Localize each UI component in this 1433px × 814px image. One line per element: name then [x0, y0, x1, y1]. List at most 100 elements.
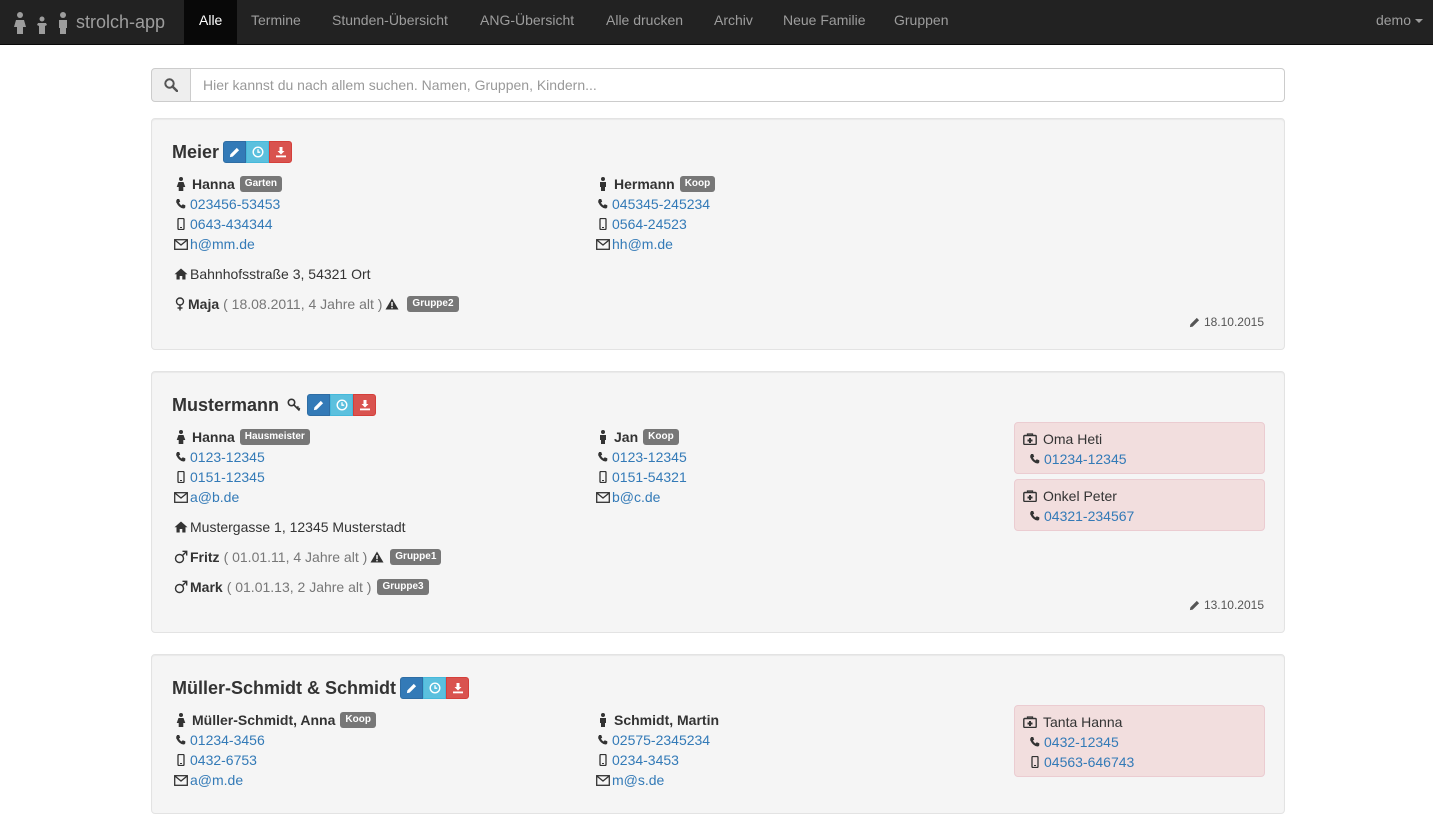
envelope-icon — [174, 492, 188, 503]
phone-icon — [174, 198, 188, 210]
phone-link[interactable]: 01234-12345 — [1044, 451, 1127, 467]
email-link[interactable]: a@b.de — [190, 487, 239, 507]
download-icon — [275, 146, 287, 158]
family-name: Meier — [172, 141, 220, 162]
family-actions — [307, 394, 377, 416]
family-card-mustermann: Mustermann Hanna Hausmeister 0123-12345 0… — [151, 371, 1285, 633]
male-person-icon — [596, 177, 610, 191]
email-link[interactable]: h@mm.de — [190, 234, 255, 254]
last-updated: 13.10.2015 — [1189, 598, 1264, 612]
phone-icon — [1028, 510, 1042, 522]
venus-icon — [174, 297, 186, 311]
group-badge[interactable]: Gruppe1 — [390, 549, 442, 565]
mobile-link[interactable]: 0234-3453 — [612, 750, 679, 770]
download-button[interactable] — [269, 141, 293, 163]
download-icon — [359, 399, 371, 411]
role-badge: Koop — [340, 712, 376, 728]
mobile-icon — [174, 218, 188, 230]
phone-icon — [174, 734, 188, 746]
parent-name: Jan — [614, 429, 639, 445]
updated-date: 13.10.2015 — [1203, 598, 1264, 612]
mobile-link[interactable]: 04563-646743 — [1044, 754, 1134, 770]
emergency-contact: Oma Heti 01234-12345 — [1014, 422, 1265, 474]
brand-label: strolch-app — [76, 12, 166, 32]
mobile-link[interactable]: 0564-24523 — [612, 214, 687, 234]
search-button[interactable] — [151, 68, 191, 102]
family-title: Meier — [172, 141, 293, 163]
email-link[interactable]: m@s.de — [612, 770, 664, 790]
parent-female: Müller-Schmidt, Anna Koop 01234-3456 0432… — [174, 710, 574, 790]
emergency-contact: Tanta Hanna 0432-12345 04563-646743 — [1014, 705, 1265, 777]
phone-link[interactable]: 04321-234567 — [1044, 508, 1134, 524]
edit-button[interactable] — [400, 677, 424, 699]
address: Bahnhofsstraße 3, 54321 Ort — [174, 264, 371, 284]
nav-item-neue-familie[interactable]: Neue Familie — [768, 0, 880, 45]
male-person-icon — [596, 713, 610, 727]
parent-name: Schmidt, Martin — [614, 712, 720, 728]
download-button[interactable] — [353, 394, 377, 416]
warning-icon — [385, 298, 399, 310]
family-actions — [400, 677, 470, 699]
phone-link[interactable]: 0123-12345 — [612, 447, 687, 467]
phone-link[interactable]: 023456-53453 — [190, 194, 280, 214]
nav-item-alle-drucken[interactable]: Alle drucken — [591, 0, 698, 45]
child-row: Maja ( 18.08.2011, 4 Jahre alt ) Gruppe2 — [174, 294, 459, 314]
nav-item-ang-uebersicht[interactable]: ANG-Übersicht — [465, 0, 589, 45]
contact-name: Onkel Peter — [1043, 488, 1117, 504]
search-bar — [151, 68, 1285, 102]
mobile-icon — [1028, 756, 1042, 768]
nav-item-termine[interactable]: Termine — [236, 0, 316, 45]
search-input[interactable] — [191, 68, 1285, 102]
envelope-icon — [596, 239, 610, 250]
hours-button[interactable] — [330, 394, 354, 416]
caret-down-icon — [1415, 19, 1423, 24]
phone-icon — [174, 451, 188, 463]
mobile-link[interactable]: 0643-434344 — [190, 214, 273, 234]
phone-link[interactable]: 02575-2345234 — [612, 730, 710, 750]
mobile-link[interactable]: 0432-6753 — [190, 750, 257, 770]
edit-button[interactable] — [223, 141, 247, 163]
child-birth-info: ( 01.01.11, 4 Jahre alt ) — [223, 549, 368, 565]
parent-female: Hanna Hausmeister 0123-12345 0151-12345 a… — [174, 427, 574, 507]
mobile-link[interactable]: 0151-54321 — [612, 467, 687, 487]
family-card-mueller-schmidt: Müller-Schmidt & Schmidt Müller-Schmidt,… — [151, 654, 1285, 814]
address-text: Mustergasse 1, 12345 Musterstadt — [190, 519, 406, 535]
phone-link[interactable]: 045345-245234 — [612, 194, 710, 214]
phone-link[interactable]: 0432-12345 — [1044, 734, 1119, 750]
mobile-icon — [174, 754, 188, 766]
home-icon — [174, 521, 188, 533]
home-icon — [174, 268, 188, 280]
last-updated: 18.10.2015 — [1189, 315, 1264, 329]
phone-link[interactable]: 0123-12345 — [190, 447, 265, 467]
medkit-icon — [1023, 433, 1037, 445]
emergency-contact: Onkel Peter 04321-234567 — [1014, 479, 1265, 531]
phone-icon — [1028, 736, 1042, 748]
user-menu[interactable]: demo — [1376, 0, 1423, 45]
role-badge: Koop — [679, 176, 716, 192]
download-button[interactable] — [446, 677, 470, 699]
address: Mustergasse 1, 12345 Musterstadt — [174, 517, 406, 537]
nav-item-stunden-uebersicht[interactable]: Stunden-Übersicht — [317, 0, 463, 45]
child-birth-info: ( 01.01.13, 2 Jahre alt ) — [226, 579, 372, 595]
nav-item-gruppen[interactable]: Gruppen — [879, 0, 963, 45]
hours-button[interactable] — [246, 141, 270, 163]
mobile-link[interactable]: 0151-12345 — [190, 467, 265, 487]
phone-link[interactable]: 01234-3456 — [190, 730, 265, 750]
phone-icon — [596, 451, 610, 463]
phone-icon — [596, 734, 610, 746]
parent-male: Jan Koop 0123-12345 0151-54321 b@c.de — [596, 427, 996, 507]
hours-button[interactable] — [423, 677, 447, 699]
nav-item-archiv[interactable]: Archiv — [699, 0, 768, 45]
address-text: Bahnhofsstraße 3, 54321 Ort — [190, 266, 371, 282]
edit-button[interactable] — [307, 394, 331, 416]
pencil-icon — [1189, 317, 1200, 328]
group-badge[interactable]: Gruppe3 — [377, 579, 429, 595]
email-link[interactable]: b@c.de — [612, 487, 660, 507]
mobile-icon — [174, 471, 188, 483]
email-link[interactable]: a@m.de — [190, 770, 243, 790]
mobile-icon — [596, 471, 610, 483]
brand[interactable]: strolch-app — [12, 0, 165, 45]
email-link[interactable]: hh@m.de — [612, 234, 673, 254]
nav-item-alle[interactable]: Alle — [184, 0, 238, 45]
group-badge[interactable]: Gruppe2 — [407, 296, 459, 312]
